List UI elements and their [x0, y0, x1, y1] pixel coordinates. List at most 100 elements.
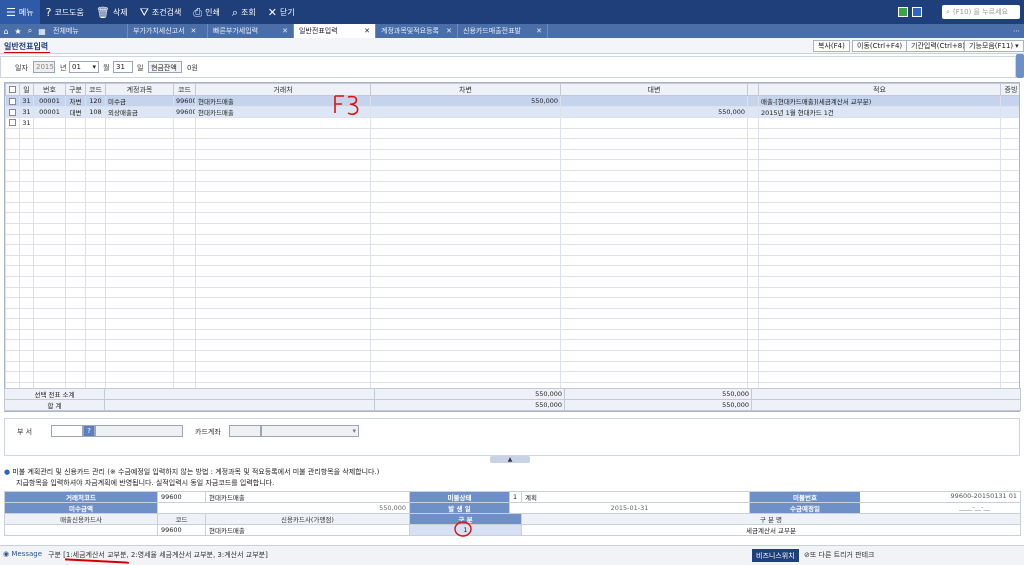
cell-memo[interactable] [758, 318, 1001, 330]
cell-evidence[interactable] [1000, 350, 1019, 362]
cell-number[interactable] [33, 328, 66, 341]
cell-credit[interactable] [560, 212, 748, 224]
cell-code[interactable] [85, 350, 106, 362]
cell-day[interactable] [19, 360, 34, 373]
cell-evidence[interactable] [1000, 328, 1019, 341]
table-row[interactable] [5, 191, 1019, 203]
cell-partner-code[interactable] [173, 138, 196, 150]
cell-partner-code[interactable] [173, 328, 196, 341]
cell-evidence[interactable] [1000, 127, 1019, 140]
cell-partner[interactable] [195, 360, 371, 373]
cell-partner[interactable] [195, 127, 371, 140]
cell-evidence[interactable] [1000, 148, 1019, 161]
cell-credit[interactable] [560, 127, 748, 140]
day-field[interactable]: 31 [113, 61, 133, 73]
cell-credit[interactable] [560, 265, 748, 277]
cell-partner-code[interactable] [173, 350, 196, 362]
row-checkbox-cell[interactable] [5, 127, 20, 140]
cell-debit[interactable] [370, 371, 561, 383]
cell-partner[interactable] [195, 233, 371, 246]
row-checkbox-cell[interactable] [5, 159, 20, 171]
cell-evidence[interactable] [1000, 360, 1019, 373]
cell-number[interactable] [33, 265, 66, 277]
cell-day[interactable] [19, 328, 34, 341]
cell-code[interactable] [85, 328, 106, 341]
table-row[interactable] [5, 244, 1019, 256]
cell-debit[interactable] [370, 297, 561, 309]
cell-day[interactable] [19, 191, 34, 203]
code-help-button[interactable]: ? 코드도움 [40, 0, 90, 24]
table-row[interactable] [5, 275, 1019, 288]
cell-debit[interactable] [370, 148, 561, 161]
cell-partner[interactable] [195, 328, 371, 341]
close-button[interactable]: ✕ 닫기 [262, 0, 301, 24]
cell-number[interactable] [33, 254, 66, 267]
cell-day[interactable] [19, 138, 34, 150]
cell-credit[interactable] [560, 138, 748, 150]
cell-evidence[interactable] [1000, 169, 1019, 182]
app-blue-icon[interactable] [912, 7, 922, 17]
search-icon[interactable]: ⌕ [24, 26, 36, 36]
cell-credit[interactable] [560, 191, 748, 203]
close-icon[interactable]: ✕ [446, 27, 452, 35]
table-row[interactable] [5, 138, 1019, 150]
row-checkbox-cell[interactable] [5, 201, 20, 214]
card-account-select[interactable]: ▾ [261, 425, 359, 437]
cell-day[interactable] [19, 169, 34, 182]
cell-debit[interactable] [370, 117, 561, 129]
row-checkbox-cell[interactable] [5, 297, 20, 309]
cell-code[interactable] [85, 297, 106, 309]
cell-day[interactable]: 31 [19, 95, 34, 107]
cell-evidence[interactable] [1000, 117, 1019, 129]
cell-partner[interactable] [195, 318, 371, 330]
row-checkbox-cell[interactable] [5, 148, 20, 161]
cell-type[interactable] [65, 328, 86, 341]
cell-type[interactable] [65, 339, 86, 352]
cell-debit[interactable] [370, 244, 561, 256]
cell-account[interactable] [105, 180, 174, 193]
cell-evidence[interactable] [1000, 297, 1019, 309]
cell-credit[interactable] [560, 371, 748, 383]
cell-partner[interactable] [195, 201, 371, 214]
period-input-button[interactable]: 기간입력(Ctrl+8) [906, 40, 970, 52]
cash-balance-button[interactable]: 현금잔액 [148, 61, 182, 73]
department-help-button[interactable]: ? [83, 425, 95, 437]
cell-code[interactable] [85, 222, 106, 235]
cell-evidence[interactable] [1000, 180, 1019, 193]
cell-evidence[interactable] [1000, 138, 1019, 150]
cell-type[interactable]: 대변 [65, 106, 86, 118]
row-checkbox-cell[interactable] [5, 360, 20, 373]
cell-evidence[interactable] [1000, 233, 1019, 246]
cell-code[interactable] [85, 138, 106, 150]
table-row[interactable] [5, 169, 1019, 182]
cell-partner[interactable] [195, 212, 371, 224]
cell-partner-code[interactable] [173, 254, 196, 267]
table-row[interactable] [5, 339, 1019, 352]
cell-credit[interactable] [560, 222, 748, 235]
cell-evidence[interactable] [1000, 201, 1019, 214]
cell-number[interactable]: 00001 [33, 106, 66, 118]
cell-day[interactable] [19, 201, 34, 214]
cell-debit[interactable] [370, 127, 561, 140]
cell-day[interactable] [19, 180, 34, 193]
checkbox[interactable] [9, 119, 16, 127]
cell-code[interactable] [85, 212, 106, 224]
cell-number[interactable] [33, 201, 66, 214]
cell-partner-code[interactable] [173, 169, 196, 182]
row-checkbox-cell[interactable] [5, 191, 20, 203]
card-account-input[interactable] [229, 425, 261, 437]
due-date-input[interactable]: ____-__-__ [959, 504, 1019, 512]
cell-partner[interactable] [195, 286, 371, 299]
cell-partner[interactable] [195, 275, 371, 288]
cell-number[interactable] [33, 307, 66, 320]
cell-day[interactable] [19, 233, 34, 246]
cell-credit[interactable] [560, 180, 748, 193]
cell-number[interactable] [33, 180, 66, 193]
cell-code[interactable] [85, 201, 106, 214]
table-row[interactable] [5, 350, 1019, 362]
cell-type[interactable] [65, 138, 86, 150]
row-checkbox-cell[interactable] [5, 117, 20, 129]
cell-type[interactable] [65, 191, 86, 203]
row-checkbox-cell[interactable] [5, 254, 20, 267]
cell-number[interactable] [33, 191, 66, 203]
